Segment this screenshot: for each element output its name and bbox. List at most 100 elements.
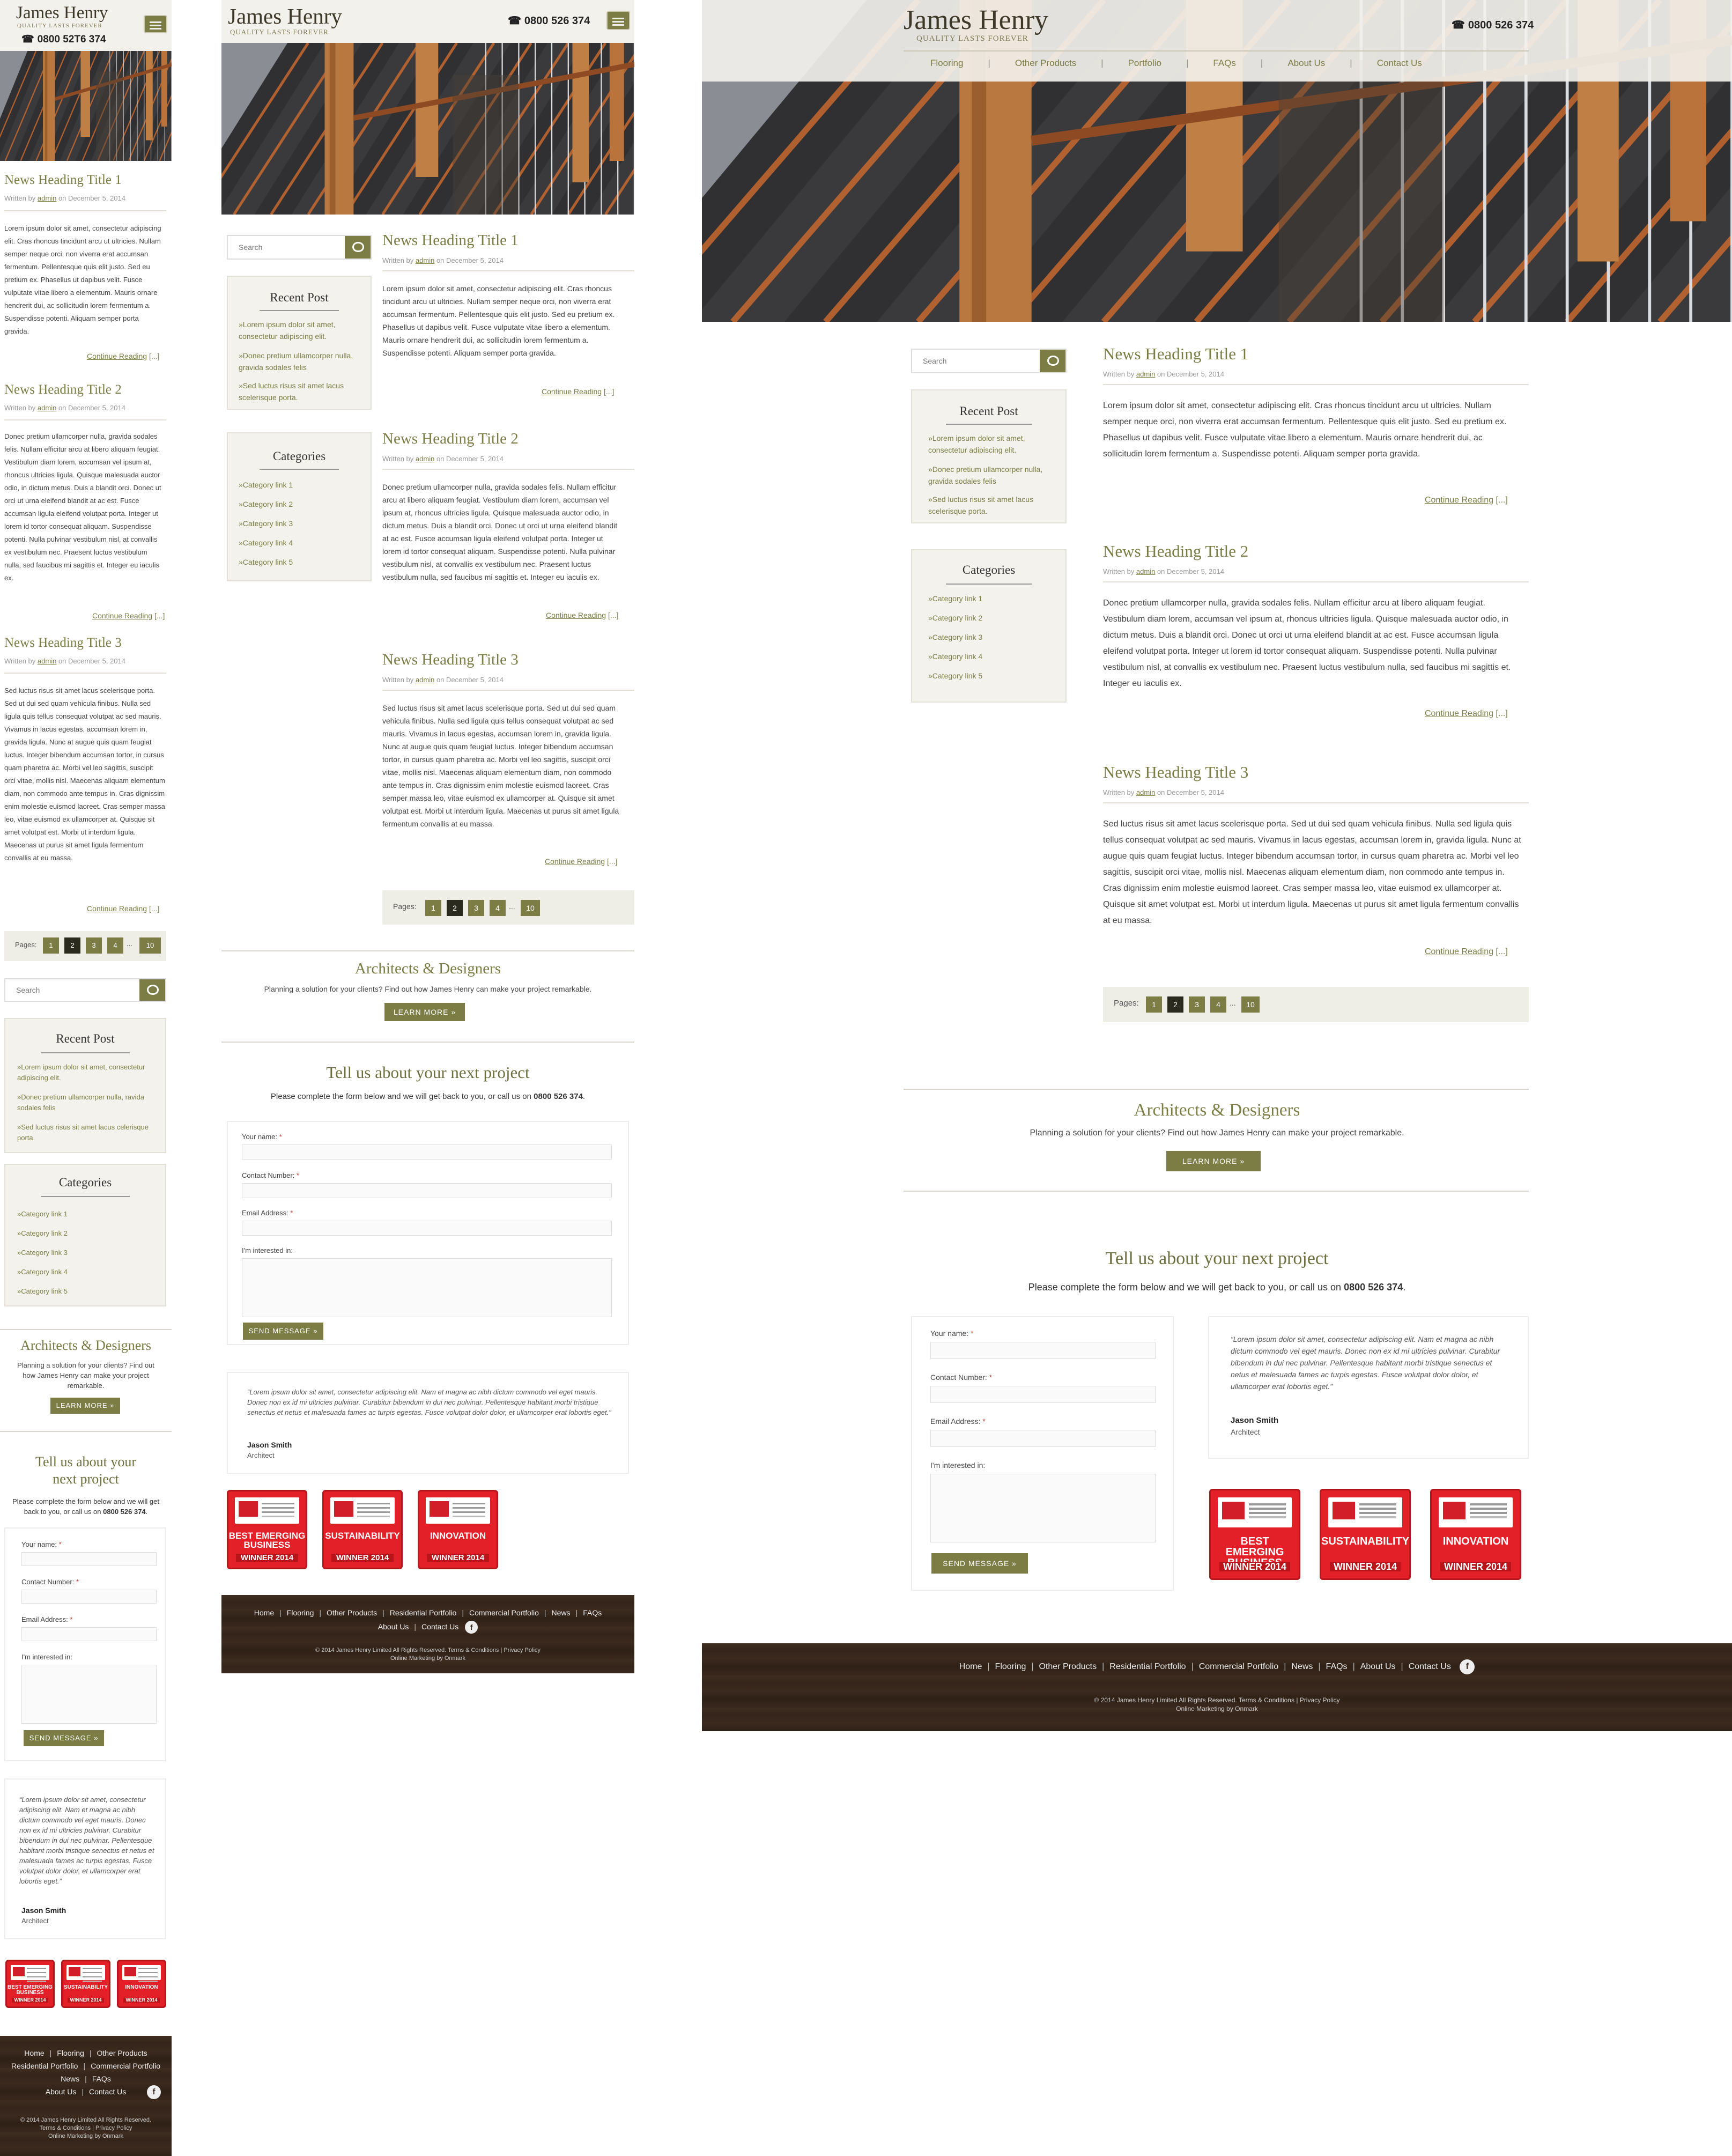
email-input[interactable]	[930, 1430, 1156, 1447]
post-title[interactable]: News Heading Title 1	[1103, 344, 1248, 364]
post-title[interactable]: News Heading Title 3	[4, 636, 122, 651]
post-title[interactable]: News Heading Title 1	[382, 232, 519, 249]
learn-more-button[interactable]: LEARN MORE »	[1166, 1151, 1261, 1171]
category-link[interactable]: Category link 2	[17, 1229, 68, 1237]
recent-post-link[interactable]: Lorem ipsum dolor sit amet, consectetur …	[239, 319, 367, 342]
logo-title[interactable]: James Henry	[228, 3, 342, 29]
phone-input[interactable]	[930, 1386, 1156, 1403]
nav-about-us[interactable]: About Us	[1287, 58, 1325, 68]
page-2-current[interactable]: 2	[447, 900, 463, 916]
recent-post-link[interactable]: Lorem ipsum dolor sit amet, consectetur …	[17, 1062, 151, 1083]
name-input[interactable]	[242, 1145, 612, 1160]
category-link[interactable]: Category link 4	[928, 652, 982, 661]
email-input[interactable]	[21, 1627, 157, 1641]
name-input[interactable]	[930, 1342, 1156, 1359]
page-1-link[interactable]: 1	[425, 900, 441, 916]
email-input[interactable]	[242, 1221, 612, 1236]
author-link[interactable]: admin	[416, 256, 434, 264]
phone-number[interactable]: 0800 526 374	[508, 14, 590, 27]
facebook-icon[interactable]: f	[465, 1621, 478, 1634]
category-link[interactable]: Category link 3	[928, 633, 982, 641]
post-title[interactable]: News Heading Title 2	[382, 430, 519, 448]
learn-more-button[interactable]: LEARN MORE »	[50, 1398, 120, 1414]
send-message-button[interactable]: SEND MESSAGE »	[24, 1730, 104, 1746]
search-input[interactable]: Search	[239, 243, 262, 252]
facebook-icon[interactable]: f	[1460, 1659, 1475, 1674]
phone-input[interactable]	[21, 1590, 157, 1604]
logo-title[interactable]: James Henry	[16, 3, 108, 23]
logo-title[interactable]: James Henry	[904, 4, 1048, 36]
nav-portfolio[interactable]: Portfolio	[1128, 58, 1161, 68]
author-link[interactable]: admin	[38, 194, 56, 202]
search-icon[interactable]	[1040, 350, 1065, 372]
continue-reading-link[interactable]: Continue Reading [...]	[92, 611, 165, 620]
post-title[interactable]: News Heading Title 1	[4, 173, 122, 188]
search-icon[interactable]	[139, 979, 165, 1001]
interest-textarea[interactable]	[242, 1258, 612, 1317]
continue-reading-link[interactable]: Continue Reading [...]	[1425, 496, 1508, 505]
interest-textarea[interactable]	[21, 1665, 157, 1724]
author-link[interactable]: admin	[1136, 788, 1155, 796]
post-title[interactable]: News Heading Title 2	[4, 382, 122, 397]
menu-toggle-button[interactable]	[606, 11, 630, 30]
page-3-link[interactable]: 3	[1189, 996, 1205, 1013]
send-message-button[interactable]: SEND MESSAGE »	[931, 1553, 1028, 1574]
menu-toggle-button[interactable]	[144, 15, 167, 33]
phone-number[interactable]: 0800 526 374	[1452, 18, 1534, 32]
author-link[interactable]: admin	[38, 404, 56, 412]
category-link[interactable]: Category link 2	[239, 500, 293, 508]
category-link[interactable]: Category link 1	[928, 594, 982, 603]
phone-number[interactable]: 0800 52T6 374	[21, 33, 106, 46]
nav-other-products[interactable]: Other Products	[1015, 58, 1076, 68]
continue-reading-link[interactable]: Continue Reading [...]	[545, 857, 617, 866]
page-4-link[interactable]: 4	[107, 937, 123, 954]
author-link[interactable]: admin	[1136, 567, 1155, 575]
page-10-link[interactable]: 10	[1241, 996, 1260, 1013]
author-link[interactable]: admin	[416, 455, 434, 463]
page-1-link[interactable]: 1	[1146, 996, 1162, 1013]
recent-post-link[interactable]: Donec pretium ullamcorper nulla, ravida …	[17, 1092, 151, 1113]
continue-reading-link[interactable]: Continue Reading [...]	[1425, 947, 1508, 957]
recent-post-link[interactable]: Sed luctus risus sit amet lacus sceleris…	[928, 493, 1052, 517]
author-link[interactable]: admin	[416, 676, 434, 684]
continue-reading-link[interactable]: Continue Reading [...]	[1425, 709, 1508, 719]
search-box[interactable]: Search	[4, 978, 166, 1002]
recent-post-link[interactable]: Donec pretium ullamcorper nulla, gravida…	[239, 350, 367, 373]
page-3-link[interactable]: 3	[86, 937, 102, 954]
send-message-button[interactable]: SEND MESSAGE »	[243, 1323, 323, 1340]
search-box[interactable]: Search	[227, 235, 372, 260]
category-link[interactable]: Category link 4	[17, 1268, 68, 1276]
category-link[interactable]: Category link 5	[17, 1287, 68, 1295]
author-link[interactable]: admin	[1136, 370, 1155, 378]
post-title[interactable]: News Heading Title 3	[382, 651, 519, 669]
category-link[interactable]: Category link 5	[239, 558, 293, 566]
recent-post-link[interactable]: Donec pretium ullamcorper nulla, gravida…	[928, 463, 1052, 487]
page-10-link[interactable]: 10	[521, 900, 540, 916]
category-link[interactable]: Category link 2	[928, 614, 982, 622]
page-2-current[interactable]: 2	[1167, 996, 1183, 1013]
phone-input[interactable]	[242, 1183, 612, 1198]
page-2-current[interactable]: 2	[64, 937, 80, 954]
nav-flooring[interactable]: Flooring	[930, 58, 963, 68]
nav-contact-us[interactable]: Contact Us	[1377, 58, 1422, 68]
page-1-link[interactable]: 1	[43, 937, 59, 954]
search-input[interactable]: Search	[923, 357, 946, 365]
continue-reading-link[interactable]: Continue Reading [...]	[542, 387, 614, 396]
search-icon[interactable]	[345, 236, 371, 259]
page-3-link[interactable]: 3	[468, 900, 484, 916]
post-title[interactable]: News Heading Title 2	[1103, 542, 1248, 561]
facebook-icon[interactable]: f	[147, 2085, 161, 2099]
post-title[interactable]: News Heading Title 3	[1103, 763, 1248, 782]
recent-post-link[interactable]: Sed luctus risus sit amet lacus sceleris…	[239, 380, 367, 403]
continue-reading-link[interactable]: Continue Reading [...]	[87, 904, 159, 913]
page-4-link[interactable]: 4	[1210, 996, 1226, 1013]
category-link[interactable]: Category link 1	[17, 1210, 68, 1218]
recent-post-link[interactable]: Lorem ipsum dolor sit amet, consectetur …	[928, 432, 1052, 456]
nav-faqs[interactable]: FAQs	[1213, 58, 1236, 68]
page-4-link[interactable]: 4	[490, 900, 506, 916]
name-input[interactable]	[21, 1552, 157, 1566]
author-link[interactable]: admin	[38, 657, 56, 665]
learn-more-button[interactable]: LEARN MORE »	[384, 1003, 465, 1021]
category-link[interactable]: Category link 5	[928, 671, 982, 680]
interest-textarea[interactable]	[930, 1474, 1156, 1542]
